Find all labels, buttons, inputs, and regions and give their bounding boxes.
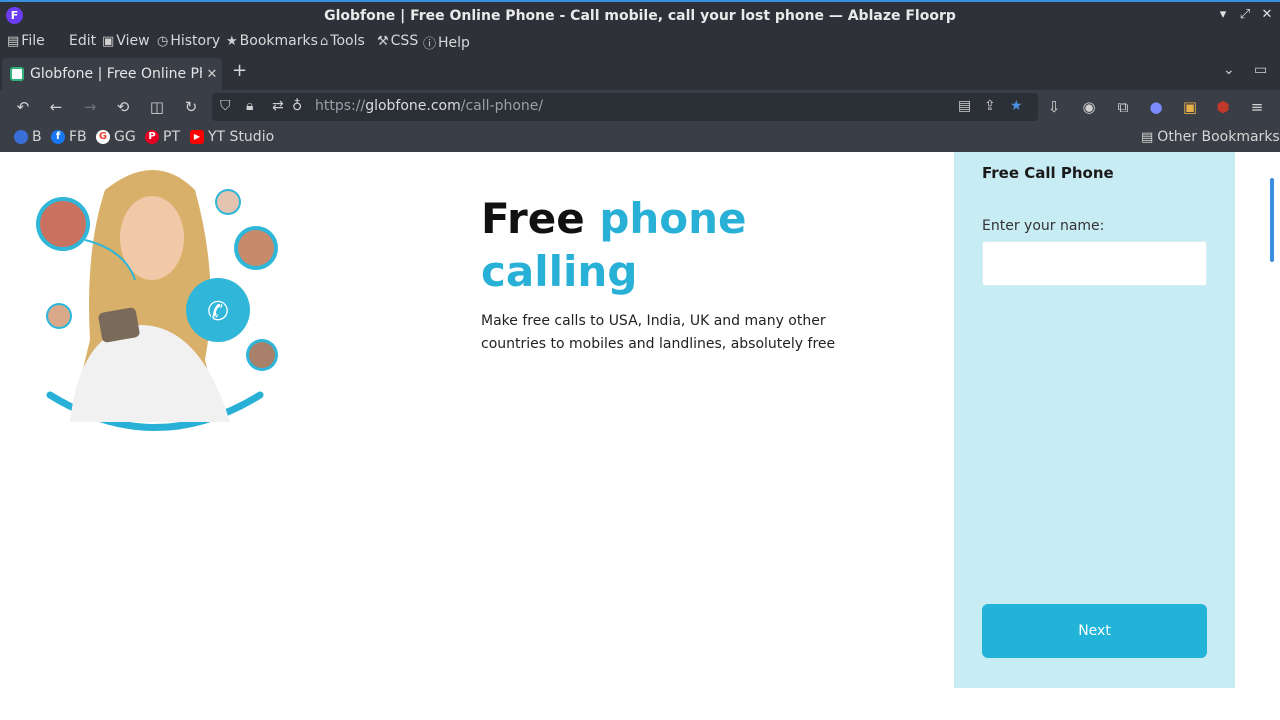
globfone-favicon-icon — [10, 67, 24, 81]
other-bookmarks[interactable]: ▤ Other Bookmarks — [1141, 129, 1280, 145]
free-call-panel: Free Call Phone Enter your name: Next — [954, 152, 1235, 688]
next-button[interactable]: Next — [982, 604, 1207, 658]
window-title: Globfone | Free Online Phone - Call mobi… — [324, 8, 956, 24]
bookmark-pt[interactable]: P PT — [145, 129, 180, 145]
navigation-toolbar: ↶ ← → ⟲ ◫ ↻ ⛉ 🔒︎ ⇄ ♁ https://globfone.co… — [0, 90, 1280, 124]
maximize-icon[interactable]: ⤢ — [1236, 7, 1254, 22]
shield-icon[interactable]: ⛉ — [220, 98, 231, 114]
bookmarks-folder-icon: ▤ — [1141, 129, 1154, 145]
menu-tools[interactable]: ⌂ Tools — [320, 33, 365, 49]
forward-arrow-icon[interactable]: → — [79, 98, 101, 116]
hero-illustration: ✆ — [36, 170, 278, 431]
permissions-icon[interactable]: ⇄ — [272, 98, 284, 114]
lock-icon[interactable]: 🔒︎ — [246, 98, 253, 114]
sidebar-toggle-icon[interactable]: ◫ — [146, 98, 168, 116]
menu-history[interactable]: ◷ History — [157, 33, 220, 49]
tab-overflow-icon[interactable]: ▭ — [1254, 62, 1267, 78]
close-tab-icon[interactable]: ✕ — [202, 67, 222, 82]
list-all-tabs-chevron-icon[interactable]: ⌄ — [1223, 62, 1235, 78]
menu-help[interactable]: ⓘ Help — [423, 33, 470, 53]
bookmark-fb[interactable]: f FB — [51, 129, 87, 145]
youtube-icon: ▶ — [190, 130, 204, 144]
downloads-icon[interactable]: ⇩ — [1043, 98, 1065, 116]
reload-icon[interactable]: ↻ — [180, 98, 202, 116]
pinterest-icon: P — [145, 130, 159, 144]
account-icon[interactable]: ◉ — [1078, 98, 1100, 116]
ublock-origin-icon[interactable]: ⬢ — [1212, 98, 1234, 116]
share-icon[interactable]: ⇪ — [984, 98, 996, 114]
menu-css[interactable]: ⚒ CSS — [377, 33, 418, 49]
menu-edit[interactable]: Edit — [69, 33, 96, 49]
profile-extension-icon[interactable]: ● — [1145, 98, 1167, 116]
google-icon: G — [96, 130, 110, 144]
extensions-icon[interactable]: ⧉ — [1112, 98, 1134, 116]
sync-icon[interactable]: ⟲ — [112, 98, 134, 116]
close-window-icon[interactable]: ✕ — [1258, 7, 1276, 22]
menu-bookmarks[interactable]: ★ Bookmarks — [226, 33, 318, 49]
wrench-icon: ⚒ — [377, 33, 389, 49]
window-titlebar: F Globfone | Free Online Phone - Call mo… — [0, 0, 1280, 30]
facebook-icon: f — [51, 130, 65, 144]
bookmark-gg[interactable]: G GG — [96, 129, 136, 145]
page-content: ✆ Free phone calling Make free calls to … — [0, 152, 1280, 720]
tab-bar: Globfone | Free Online Phone ✕ — [0, 54, 1280, 90]
name-input[interactable] — [982, 241, 1207, 286]
back-arrow-icon[interactable]: ← — [45, 98, 67, 116]
hero-subtext: Make free calls to USA, India, UK and ma… — [481, 313, 836, 352]
url-bar[interactable]: ⛉ 🔒︎ ⇄ ♁ https://globfone.com/call-phone… — [212, 93, 1038, 121]
svg-text:✆: ✆ — [207, 297, 229, 327]
help-icon: ⓘ — [423, 37, 437, 52]
new-tab-plus-icon[interactable]: + — [232, 60, 247, 81]
bookmark-b[interactable]: B — [14, 129, 42, 145]
minimize-icon[interactable]: ▾ — [1214, 7, 1232, 22]
screenshot-extension-icon[interactable]: ▣ — [1179, 98, 1201, 116]
bookmark-yt-studio[interactable]: ▶ YT Studio — [190, 129, 274, 145]
tab-globfone[interactable]: Globfone | Free Online Phone ✕ — [2, 58, 222, 90]
file-icon: ▤ — [7, 33, 20, 49]
menu-bar: ▤ File Edit ▣ View ◷ History ★ Bookmarks ⌂ To… — [0, 30, 1280, 54]
name-label: Enter your name: — [982, 218, 1105, 234]
clock-icon: ◷ — [157, 33, 169, 49]
hamburger-menu-icon[interactable]: ≡ — [1246, 98, 1268, 116]
bookmarks-toolbar: B f FB G GG P PT ▶ YT Studio ▤ Other Bookmark… — [0, 124, 1280, 152]
panel-title: Free Call Phone — [982, 164, 1114, 182]
undo-close-tab-icon[interactable]: ↶ — [12, 98, 34, 116]
microphone-icon[interactable]: ♁ — [292, 98, 302, 114]
menu-file[interactable]: ▤ File — [7, 33, 45, 49]
menu-view[interactable]: ▣ View — [102, 33, 150, 49]
toolbox-icon: ⌂ — [320, 33, 329, 49]
reader-view-icon[interactable]: ▤ — [958, 98, 971, 114]
star-icon: ★ — [226, 33, 238, 49]
bookmark-b-icon — [14, 130, 28, 144]
view-icon: ▣ — [102, 33, 115, 49]
page-scrollbar[interactable] — [1270, 178, 1274, 262]
url-text[interactable]: https://globfone.com/call-phone/ — [315, 98, 543, 114]
bookmark-star-icon[interactable]: ★ — [1010, 98, 1023, 114]
hero-headline: Free phone calling — [481, 194, 747, 296]
